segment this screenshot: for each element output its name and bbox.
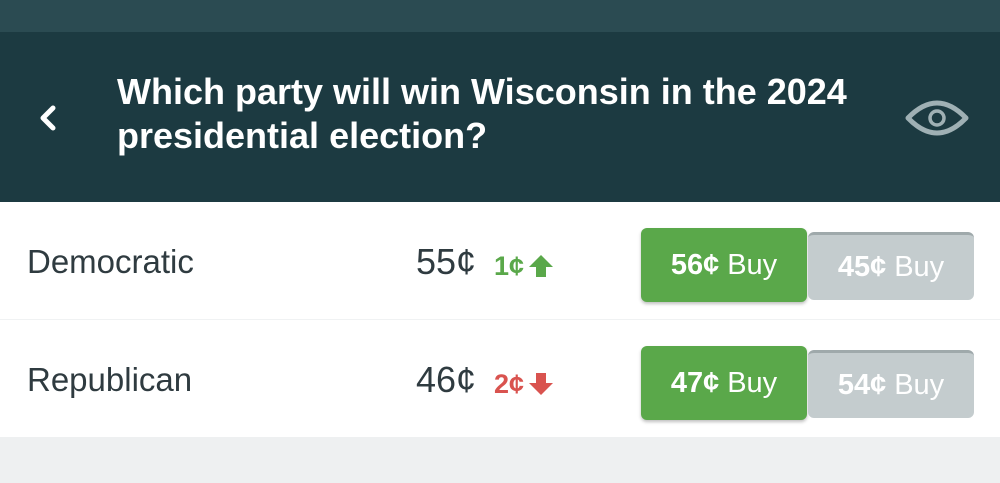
page-title: Which party will win Wisconsin in the 20… (117, 71, 847, 156)
top-bar (0, 0, 1000, 32)
buy-no-label: Buy (894, 251, 945, 283)
buy-no-price: 54¢ (837, 369, 887, 401)
arrow-up-icon (529, 255, 554, 277)
page-header: Which party will win Wisconsin in the 20… (0, 32, 1000, 202)
price-change-value: 2¢ (494, 369, 525, 399)
buy-yes-price: 47¢ (670, 366, 720, 399)
current-price: 55¢ (416, 241, 477, 282)
buy-no-button[interactable]: 54¢ Buy (808, 350, 974, 418)
buy-no-price: 45¢ (837, 251, 887, 283)
buy-yes-button[interactable]: 56¢ Buy (641, 228, 807, 302)
price-change-value: 1¢ (494, 251, 525, 281)
buy-no-button[interactable]: 45¢ Buy (808, 232, 974, 300)
price-change: 2¢ (494, 368, 554, 400)
chevron-left-icon (40, 105, 56, 131)
buy-yes-label: Buy (727, 248, 778, 281)
arrow-down-icon (529, 373, 554, 395)
back-button[interactable] (22, 92, 74, 144)
watch-button[interactable] (900, 90, 974, 146)
outcome-name: Democratic (27, 243, 194, 280)
buy-yes-button[interactable]: 47¢ Buy (641, 346, 807, 420)
outcome-name: Republican (27, 361, 193, 398)
eye-icon (905, 100, 969, 136)
market-list: Democratic 55¢ 1¢ 56¢ Buy 45¢ Buy Republic… (0, 202, 1000, 437)
current-price: 46¢ (416, 359, 477, 400)
buy-yes-price: 56¢ (670, 248, 720, 281)
buy-yes-label: Buy (727, 366, 778, 399)
buy-no-label: Buy (894, 369, 945, 401)
price-change: 1¢ (494, 250, 554, 282)
market-row-democratic: Democratic 55¢ 1¢ 56¢ Buy 45¢ Buy (0, 202, 1000, 319)
market-row-republican: Republican 46¢ 2¢ 47¢ Buy 54¢ Buy (0, 319, 1000, 437)
